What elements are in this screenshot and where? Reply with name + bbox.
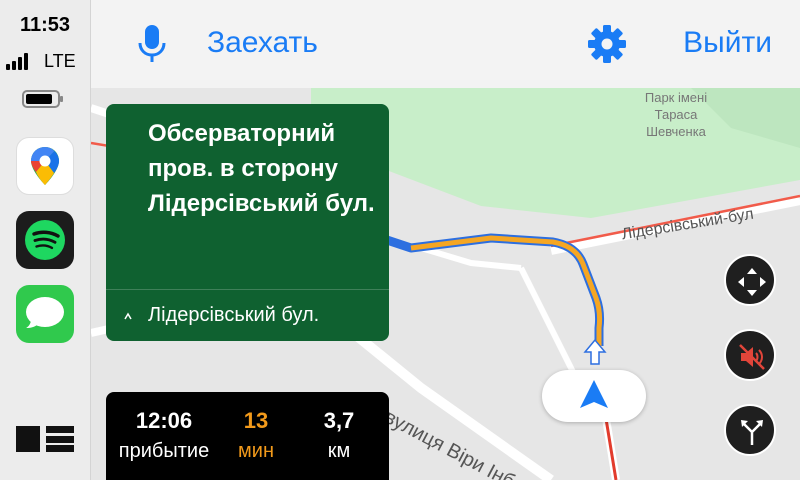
- arrival-time: 12:06: [135, 408, 193, 433]
- duration-label: мин: [238, 440, 274, 462]
- instruction-text: Обсерваторний пров. в сторону Лідерсівсь…: [148, 120, 375, 217]
- gear-icon[interactable]: [587, 24, 627, 64]
- exit-button[interactable]: Выйти: [683, 26, 772, 60]
- mute-icon: [739, 344, 765, 370]
- microphone-icon[interactable]: [137, 24, 167, 64]
- park-label: Парк імені Тараса Шевченка: [644, 90, 708, 139]
- status-time: 11:53: [19, 14, 71, 36]
- spotify-icon[interactable]: [16, 211, 74, 269]
- dashboard-icon[interactable]: [14, 424, 76, 454]
- route-options-button[interactable]: [724, 404, 776, 456]
- route-options-icon: [741, 420, 763, 445]
- current-location-marker: [542, 370, 646, 422]
- distance-label: км: [327, 440, 351, 462]
- signal-icon: [6, 52, 28, 70]
- eta-panel[interactable]: 12:06 прибытие 13 мин 3,7 км: [106, 392, 389, 480]
- small-arrow-icon: [124, 312, 132, 320]
- carplay-sidebar: 11:53 LTE: [0, 0, 91, 480]
- divider: [106, 289, 389, 290]
- google-maps-icon[interactable]: [16, 137, 74, 195]
- battery-icon: [22, 90, 63, 108]
- recenter-icon: [738, 268, 766, 296]
- distance-value: 3,7: [323, 408, 355, 433]
- arrival-label: прибытие: [118, 440, 210, 462]
- mute-button[interactable]: [724, 329, 776, 381]
- messages-icon[interactable]: [16, 285, 74, 343]
- top-bar: Заехать Выйти: [91, 0, 800, 88]
- navigation-arrow-icon: [580, 380, 608, 408]
- instruction-subtext: Лідерсівський бул.: [148, 304, 320, 326]
- recenter-button[interactable]: [724, 254, 776, 306]
- duration-value: 13: [243, 408, 269, 433]
- add-stop-button[interactable]: Заехать: [207, 26, 318, 60]
- network-label: LTE: [44, 51, 76, 71]
- turn-instruction-panel: Обсерваторний пров. в сторону Лідерсівсь…: [106, 104, 389, 341]
